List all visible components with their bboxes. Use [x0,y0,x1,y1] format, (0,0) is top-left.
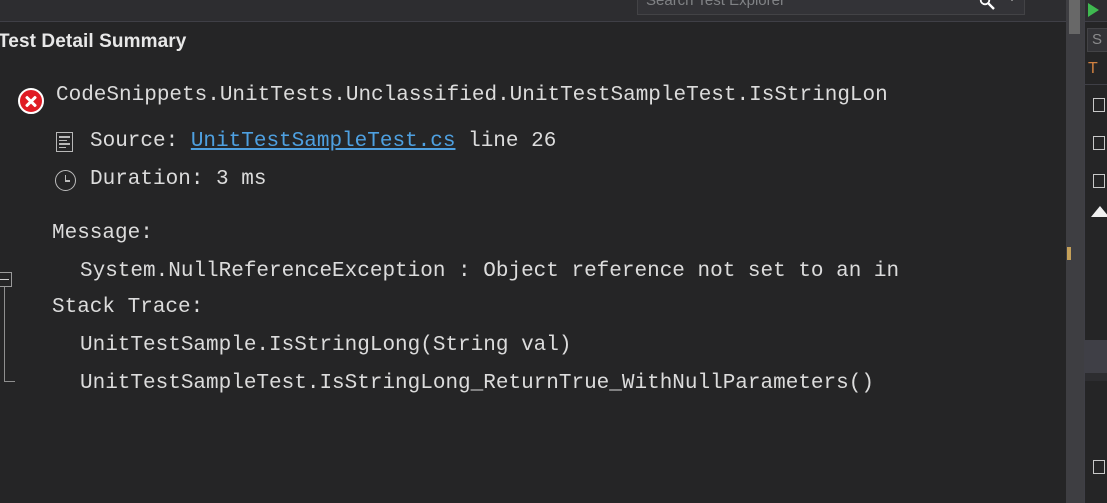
stack-frame[interactable]: UnitTestSampleTest.IsStringLong_ReturnTr… [80,372,874,395]
duration-row: Duration: 3 ms [90,168,266,191]
source-file-link[interactable]: UnitTestSampleTest.cs [191,130,456,153]
divider [1085,84,1107,85]
source-row: Source: UnitTestSampleTest.cs line 26 [90,130,556,153]
test-name: CodeSnippets.UnitTests.Unclassified.Unit… [56,84,888,107]
duration-label: Duration: [90,168,204,191]
triangle-icon [1091,206,1107,217]
source-label: Source: [90,130,179,153]
list-item[interactable] [1093,460,1105,474]
error-icon [18,88,44,114]
list-item[interactable] [1093,98,1105,112]
adjacent-panel-toolbar [1085,0,1107,22]
source-line-number: line 26 [468,130,557,153]
scrollbar-thumb[interactable] [1069,0,1080,34]
run-icon[interactable] [1088,3,1099,17]
search-input[interactable]: Search Test Explorer [637,0,1025,15]
adjacent-search-input[interactable]: S [1087,28,1107,52]
scrollbar-annotation-marker [1067,247,1071,260]
source-file-icon [56,132,73,152]
detail-pane: Test Detail Summary CodeSnippets.UnitTes… [0,22,1066,503]
list-item[interactable] [1093,136,1105,150]
message-heading: Message: [52,222,153,245]
stack-frame[interactable]: UnitTestSample.IsStringLong(String val) [80,334,571,357]
test-explorer-toolbar: Search Test Explorer [0,0,1066,22]
adjacent-panel: S T [1084,0,1107,503]
test-detail-summary-window: Search Test Explorer Test Detail Summary… [0,0,1107,503]
duration-value: 3 ms [216,168,267,191]
detail-content: CodeSnippets.UnitTests.Unclassified.Unit… [0,22,1066,503]
clock-icon [55,170,76,191]
adjacent-search-placeholder: S [1092,31,1103,48]
list-item[interactable] [1093,174,1105,188]
search-icon[interactable] [978,0,996,11]
search-input-placeholder: Search Test Explorer [646,0,785,9]
chevron-down-icon[interactable] [1008,0,1016,1]
stack-trace-heading: Stack Trace: [52,296,204,319]
adjacent-panel-band-secondary [1085,373,1107,381]
adjacent-panel-band [1085,340,1107,373]
adjacent-panel-header: T [1088,60,1098,77]
message-body: System.NullReferenceException : Object r… [80,260,900,283]
